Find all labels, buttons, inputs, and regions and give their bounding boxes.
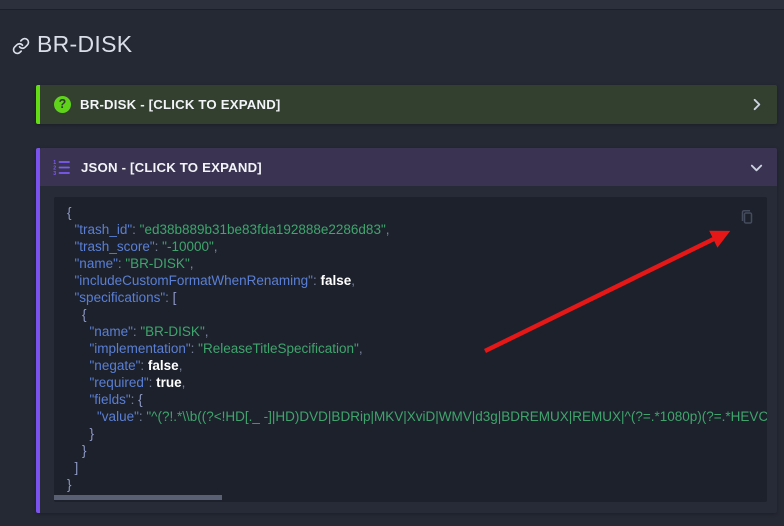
top-nav-edge <box>0 0 784 10</box>
question-mark-icon: ? <box>54 96 71 113</box>
svg-text:3: 3 <box>53 171 56 177</box>
horizontal-scrollbar-thumb[interactable] <box>54 495 222 500</box>
chevron-right-icon <box>749 97 764 112</box>
permalink-chain-icon[interactable] <box>12 35 30 55</box>
json-expander-header[interactable]: 1 2 3 JSON - [CLICK TO EXPAND] <box>40 148 777 186</box>
page-title: BR-DISK <box>12 31 132 58</box>
page-title-text: BR-DISK <box>37 31 132 58</box>
json-code-block: { "trash_id": "ed38b889b31be83fda192888e… <box>54 197 767 502</box>
chevron-down-icon <box>749 160 764 175</box>
admonition-question: ? BR-DISK - [CLICK TO EXPAND] <box>36 85 777 124</box>
copy-to-clipboard-button[interactable] <box>737 208 755 226</box>
numbered-list-icon: 1 2 3 <box>52 158 71 177</box>
question-expander-label: BR-DISK - [CLICK TO EXPAND] <box>80 97 281 112</box>
admonition-json: 1 2 3 JSON - [CLICK TO EXPAND] { "trash_… <box>36 148 777 513</box>
json-code-content: { "trash_id": "ed38b889b31be83fda192888e… <box>67 204 767 493</box>
question-expander-header[interactable]: ? BR-DISK - [CLICK TO EXPAND] <box>40 85 777 124</box>
json-expander-label: JSON - [CLICK TO EXPAND] <box>81 160 262 175</box>
